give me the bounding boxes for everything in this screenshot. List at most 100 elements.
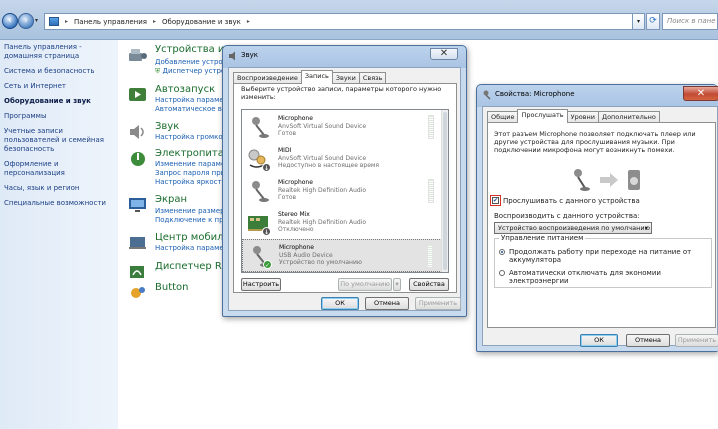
category-link[interactable]: Запрос пароля при в (155, 169, 232, 177)
power-option-auto-off-label[interactable]: Автоматически отключать для экономии эле… (509, 269, 709, 285)
sound-tabs: Воспроизведение Запись Звуки Связь (233, 70, 387, 84)
checkmark-icon: ✓ (263, 260, 272, 269)
listen-panel: Этот разъем Microphone позволяет подключ… (487, 122, 716, 328)
category-link[interactable]: Настройка параметр (155, 96, 232, 104)
nav-link-accessibility[interactable]: Специальные возможности (4, 199, 114, 208)
cancel-button[interactable]: Отмена (365, 297, 409, 310)
recording-panel: Выберите устройство записи, параметры ко… (233, 83, 457, 293)
playback-device-select[interactable]: Устройство воспроизведения по умолчанию … (494, 222, 652, 234)
list-item[interactable]: ↓ Stereo Mix Realtek High Definition Audi… (242, 207, 448, 240)
category-title[interactable]: Экран (155, 194, 187, 205)
nav-link-clock-language[interactable]: Часы, язык и регион (4, 184, 114, 193)
close-icon[interactable]: ✕ (430, 48, 458, 60)
nav-link-home[interactable]: Панель управления - домашняя страница (4, 43, 100, 61)
address-field[interactable]: ▸ Панель управления ▸ Оборудование и зву… (44, 13, 644, 30)
power-option-auto-off-radio[interactable] (499, 270, 505, 276)
control-panel-icon (49, 17, 59, 26)
list-item[interactable]: ↓ MIDI AnvSoft Virtual Sound Device Недост… (242, 143, 448, 176)
category-link[interactable]: Настройка параметр (155, 244, 232, 252)
breadcrumb-hardware-sound[interactable]: Оборудование и звук (162, 18, 241, 26)
nav-link-hardware-sound[interactable]: Оборудование и звук (4, 97, 114, 106)
power-option-continue-label[interactable]: Продолжать работу при переходе на питани… (509, 248, 699, 264)
power-option-continue-radio[interactable] (499, 249, 505, 255)
level-meter (427, 244, 433, 268)
default-dropdown-icon[interactable]: ▾ (393, 278, 401, 291)
device-list-scrollbar[interactable] (441, 110, 448, 272)
properties-tabs: Общие Прослушать Уровни Дополнительно (487, 109, 660, 123)
properties-button[interactable]: Свойства (409, 278, 449, 291)
listen-checkbox[interactable]: ✔ (492, 197, 499, 204)
search-input[interactable]: Поиск в пане (662, 13, 718, 30)
category-link[interactable]: Добавление устрой (155, 58, 227, 66)
nav-link-user-accounts[interactable]: Учетные записи пользователей и семейная … (4, 127, 108, 154)
ok-button[interactable]: ОК (580, 334, 618, 347)
device-driver: Realtek High Definition Audio (278, 218, 367, 226)
ok-button[interactable]: ОК (321, 297, 359, 310)
devices-icon (129, 49, 147, 61)
power-group-label: Управление питанием (499, 234, 586, 242)
apply-button[interactable]: Применить (675, 334, 718, 347)
nav-link-appearance[interactable]: Оформление и персонализация (4, 160, 94, 178)
tab-listen[interactable]: Прослушать (517, 109, 568, 123)
device-status: Готов (278, 130, 297, 137)
chevron-down-icon: ▾ (644, 224, 648, 232)
category-title[interactable]: Button (155, 282, 189, 293)
realtek-icon (130, 266, 144, 278)
microphone-properties-dialog: Свойства: Microphone ✕ Общие Прослушать … (476, 84, 718, 352)
set-default-button[interactable]: По умолчанию (338, 278, 392, 291)
chevron-right-icon[interactable]: ▸ (153, 18, 156, 25)
category-link[interactable]: Автоматическое вос (155, 105, 230, 113)
close-icon[interactable]: ✕ (683, 86, 718, 101)
back-button[interactable]: ‹ (2, 13, 18, 29)
nav-link-network[interactable]: Сеть и Интернет (4, 82, 114, 91)
chevron-right-icon[interactable]: ▸ (65, 18, 68, 25)
category-link[interactable]: Настройка громкост (155, 133, 231, 141)
device-driver: AnvSoft Virtual Sound Device (278, 122, 367, 130)
apply-button[interactable]: Применить (415, 297, 461, 310)
configure-button[interactable]: Настроить (241, 278, 281, 291)
category-link[interactable]: ⛨ Диспетчер устрой (155, 67, 230, 76)
properties-title: Свойства: Microphone (495, 90, 575, 98)
breadcrumb-control-panel[interactable]: Панель управления (74, 18, 147, 26)
device-name: Microphone (278, 115, 313, 122)
tab-recording[interactable]: Запись (300, 70, 333, 84)
address-dropdown-icon[interactable]: ▾ (632, 13, 645, 30)
list-item[interactable]: Microphone Realtek High Definition Audio Г… (242, 175, 448, 208)
mobility-icon (129, 237, 146, 249)
device-name: MIDI (278, 147, 292, 154)
refresh-icon[interactable]: ⟳ (646, 13, 660, 30)
arrow-down-icon: ↓ (262, 227, 271, 236)
device-driver: USB Audio Device (279, 251, 333, 259)
button-icon (131, 287, 145, 298)
nav-link-programs[interactable]: Программы (4, 112, 114, 121)
address-bar-area: ‹ › ▾ ▸ Панель управления ▸ Оборудование… (0, 0, 718, 40)
device-name: Microphone (279, 244, 314, 251)
level-meter (428, 115, 434, 139)
category-title[interactable]: Звук (155, 121, 179, 132)
list-item[interactable]: Microphone AnvSoft Virtual Sound Device Го… (242, 111, 448, 144)
microphone-icon (252, 181, 269, 202)
sound-dialog-title: Звук (241, 51, 258, 59)
power-icon (131, 152, 145, 166)
device-name: Microphone (278, 179, 313, 186)
history-dropdown-icon[interactable]: ▾ (35, 17, 38, 24)
sound-dialog-body: Воспроизведение Запись Звуки Связь Выбер… (228, 67, 461, 311)
listen-checkbox-label[interactable]: Прослушивать с данного устройства (503, 197, 640, 205)
category-link[interactable]: Настройка яркости э (155, 178, 232, 186)
sound-icon (130, 125, 144, 139)
recording-device-list: Microphone AnvSoft Virtual Sound Device Го… (241, 109, 449, 273)
category-link[interactable]: Подключение к прое (155, 216, 232, 224)
device-status: Устройство по умолчанию (279, 259, 362, 266)
properties-titlebar[interactable]: Свойства: Microphone (477, 85, 718, 105)
list-item-selected[interactable]: ✓ Microphone USB Audio Device Устройство п… (242, 239, 448, 272)
playback-device-value: Устройство воспроизведения по умолчанию (498, 224, 651, 232)
device-driver: Realtek High Definition Audio (278, 186, 367, 194)
forward-button[interactable]: › (18, 13, 34, 29)
chevron-right-icon[interactable]: ▸ (247, 18, 250, 25)
sound-dialog: Звук ✕ Воспроизведение Запись Звуки Связ… (222, 45, 467, 317)
listen-description: Этот разъем Microphone позволяет подключ… (494, 130, 696, 154)
cancel-button[interactable]: Отмена (626, 334, 670, 347)
level-meter (428, 179, 434, 203)
category-title[interactable]: Автозапуск (155, 84, 215, 95)
nav-link-system-security[interactable]: Система и безопасность (4, 67, 114, 76)
